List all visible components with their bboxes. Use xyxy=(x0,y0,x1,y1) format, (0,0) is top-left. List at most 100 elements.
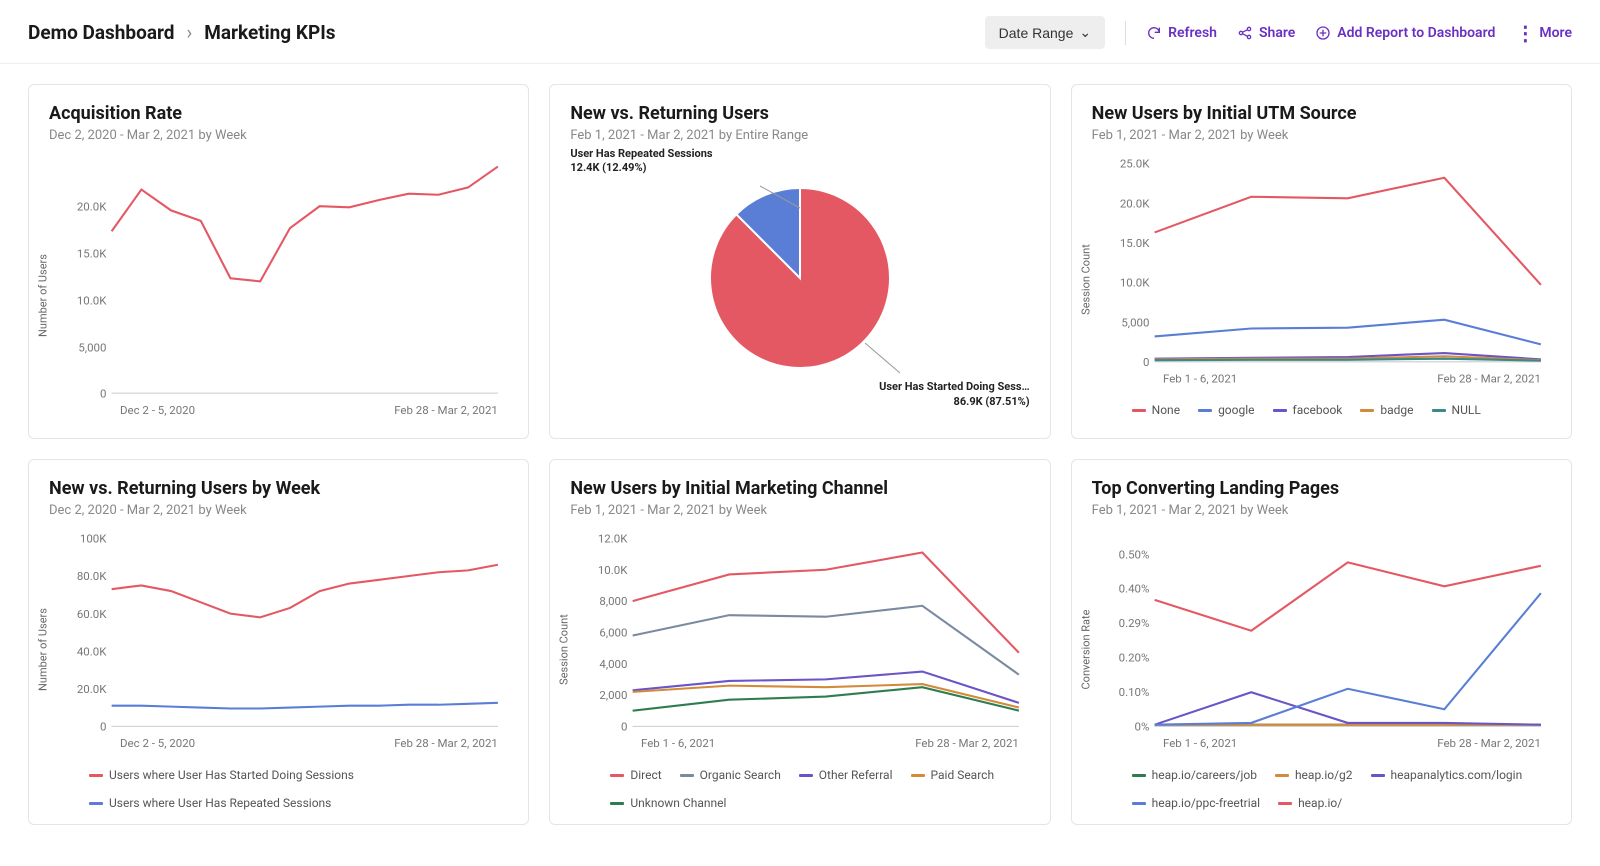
legend-item[interactable]: Organic Search xyxy=(680,768,781,782)
svg-text:60.0K: 60.0K xyxy=(77,607,107,621)
legend-item[interactable]: facebook xyxy=(1273,403,1343,417)
legend-item[interactable]: Users where User Has Repeated Sessions xyxy=(89,796,331,810)
svg-text:6,000: 6,000 xyxy=(600,626,628,640)
card-title: New vs. Returning Users by Week xyxy=(49,478,508,499)
legend: heap.io/careers/job heap.io/g2 heapanalyti… xyxy=(1092,768,1551,810)
svg-text:Feb 1 - 6, 2021: Feb 1 - 6, 2021 xyxy=(1163,737,1237,751)
legend-item[interactable]: heap.io/careers/job xyxy=(1132,768,1257,782)
legend-item[interactable]: Direct xyxy=(610,768,661,782)
share-icon xyxy=(1237,25,1253,41)
card-subtitle: Feb 1, 2021 - Mar 2, 2021 by Week xyxy=(1092,128,1551,143)
add-report-button[interactable]: Add Report to Dashboard xyxy=(1315,25,1495,41)
legend-item[interactable]: Other Referral xyxy=(799,768,893,782)
chevron-right-icon: › xyxy=(187,21,193,44)
svg-text:0.10%: 0.10% xyxy=(1118,685,1149,699)
svg-text:2,000: 2,000 xyxy=(600,689,628,703)
card-subtitle: Feb 1, 2021 - Mar 2, 2021 by Week xyxy=(570,503,1029,518)
svg-text:5,000: 5,000 xyxy=(78,340,106,354)
legend: Direct Organic Search Other Referral Paid S… xyxy=(570,768,1029,810)
refresh-button[interactable]: Refresh xyxy=(1146,25,1217,41)
legend-item[interactable]: None xyxy=(1132,403,1180,417)
line-chart: 0 5,000 10.0K 15.0K 20.0K Dec 2 - 5, 202… xyxy=(49,153,508,424)
svg-text:80.0K: 80.0K xyxy=(77,570,107,584)
line-chart: 0 5,000 10.0K 15.0K 20.0K 25.0K Feb 1 - … xyxy=(1092,153,1551,393)
legend-item[interactable]: heap.io/ppc-freetrial xyxy=(1132,796,1260,810)
legend-item[interactable]: heap.io/g2 xyxy=(1275,768,1353,782)
legend-item[interactable]: Paid Search xyxy=(911,768,995,782)
date-range-button[interactable]: Date Range ⌄ xyxy=(985,16,1105,49)
page-header: Demo Dashboard › Marketing KPIs Date Ran… xyxy=(0,0,1600,64)
svg-text:0.20%: 0.20% xyxy=(1118,651,1149,665)
card-marketing-channel[interactable]: New Users by Initial Marketing Channel F… xyxy=(549,459,1050,825)
y-axis-label: Conversion Rate xyxy=(1079,610,1092,690)
legend-swatch xyxy=(1360,409,1374,412)
svg-text:20.0K: 20.0K xyxy=(1120,196,1150,210)
svg-text:0.50%: 0.50% xyxy=(1118,548,1149,562)
legend-item[interactable]: heapanalytics.com/login xyxy=(1371,768,1523,782)
more-button[interactable]: ⋮ More xyxy=(1515,21,1572,45)
legend-item[interactable]: NULL xyxy=(1432,403,1481,417)
line-chart: 0 20.0K 40.0K 60.0K 80.0K 100K Dec 2 - 5… xyxy=(49,528,508,758)
legend-swatch xyxy=(89,774,103,777)
legend-item[interactable]: heap.io/ xyxy=(1278,796,1342,810)
y-axis-label: Number of Users xyxy=(37,254,50,337)
divider xyxy=(1125,21,1126,45)
legend-swatch xyxy=(911,774,925,777)
legend-item[interactable]: badge xyxy=(1360,403,1413,417)
legend-swatch xyxy=(799,774,813,777)
card-new-vs-returning-week[interactable]: New vs. Returning Users by Week Dec 2, 2… xyxy=(28,459,529,825)
card-subtitle: Dec 2, 2020 - Mar 2, 2021 by Week xyxy=(49,128,508,143)
card-subtitle: Feb 1, 2021 - Mar 2, 2021 by Week xyxy=(1092,503,1551,518)
svg-text:0.40%: 0.40% xyxy=(1118,582,1149,596)
card-acquisition-rate[interactable]: Acquisition Rate Dec 2, 2020 - Mar 2, 20… xyxy=(28,84,529,439)
svg-text:20.0K: 20.0K xyxy=(77,682,107,696)
svg-text:Feb 28 - Mar 2, 2021: Feb 28 - Mar 2, 2021 xyxy=(916,737,1020,751)
card-title: New Users by Initial UTM Source xyxy=(1092,103,1551,124)
svg-text:0: 0 xyxy=(621,720,627,734)
svg-text:0%: 0% xyxy=(1134,720,1149,734)
legend-swatch xyxy=(1132,802,1146,805)
svg-text:Feb 1 - 6, 2021: Feb 1 - 6, 2021 xyxy=(641,737,715,751)
svg-text:Feb 1 - 6, 2021: Feb 1 - 6, 2021 xyxy=(1163,372,1237,386)
legend-item[interactable]: Users where User Has Started Doing Sessi… xyxy=(89,768,354,782)
share-button[interactable]: Share xyxy=(1237,25,1295,41)
legend-item[interactable]: Unknown Channel xyxy=(610,796,726,810)
date-range-label: Date Range xyxy=(999,25,1074,41)
legend-swatch xyxy=(1198,409,1212,412)
svg-text:5,000: 5,000 xyxy=(1121,315,1149,329)
card-landing-pages[interactable]: Top Converting Landing Pages Feb 1, 2021… xyxy=(1071,459,1572,825)
plus-circle-icon xyxy=(1315,25,1331,41)
card-new-vs-returning[interactable]: New vs. Returning Users Feb 1, 2021 - Ma… xyxy=(549,84,1050,439)
svg-text:0: 0 xyxy=(1143,355,1149,369)
dots-vertical-icon: ⋮ xyxy=(1515,21,1533,45)
svg-text:10.0K: 10.0K xyxy=(598,563,628,577)
card-title: New Users by Initial Marketing Channel xyxy=(570,478,1029,499)
svg-text:100K: 100K xyxy=(80,532,107,546)
svg-text:15.0K: 15.0K xyxy=(1120,236,1150,250)
legend-swatch xyxy=(1273,409,1287,412)
chevron-down-icon: ⌄ xyxy=(1079,24,1091,41)
line-chart: 0% 0.10% 0.20% 0.29% 0.40% 0.50% Feb 1 -… xyxy=(1092,528,1551,758)
card-subtitle: Dec 2, 2020 - Mar 2, 2021 by Week xyxy=(49,503,508,518)
svg-text:20.0K: 20.0K xyxy=(77,199,107,213)
breadcrumb: Demo Dashboard › Marketing KPIs xyxy=(28,21,336,44)
line-chart: 0 2,000 4,000 6,000 8,000 10.0K 12.0K Fe… xyxy=(570,528,1029,758)
header-actions: Date Range ⌄ Refresh Share Add Report to… xyxy=(985,16,1572,49)
legend-swatch xyxy=(680,774,694,777)
legend-swatch xyxy=(1278,802,1292,805)
svg-text:Dec 2 - 5, 2020: Dec 2 - 5, 2020 xyxy=(120,737,195,751)
svg-text:40.0K: 40.0K xyxy=(77,645,107,659)
svg-text:0: 0 xyxy=(100,720,106,734)
legend-swatch xyxy=(1275,774,1289,777)
svg-text:25.0K: 25.0K xyxy=(1120,157,1150,171)
legend-item[interactable]: google xyxy=(1198,403,1254,417)
y-axis-label: Session Count xyxy=(558,614,571,685)
dashboard-grid: Acquisition Rate Dec 2, 2020 - Mar 2, 20… xyxy=(0,64,1600,853)
svg-text:15.0K: 15.0K xyxy=(77,246,107,260)
legend-swatch xyxy=(1132,774,1146,777)
svg-text:Feb 28 - Mar 2, 2021: Feb 28 - Mar 2, 2021 xyxy=(394,403,498,417)
pie-chart: User Has Repeated Sessions 12.4K (12.49%… xyxy=(570,153,1029,403)
card-utm-source[interactable]: New Users by Initial UTM Source Feb 1, 2… xyxy=(1071,84,1572,439)
breadcrumb-root[interactable]: Demo Dashboard xyxy=(28,21,175,44)
card-title: Top Converting Landing Pages xyxy=(1092,478,1551,499)
